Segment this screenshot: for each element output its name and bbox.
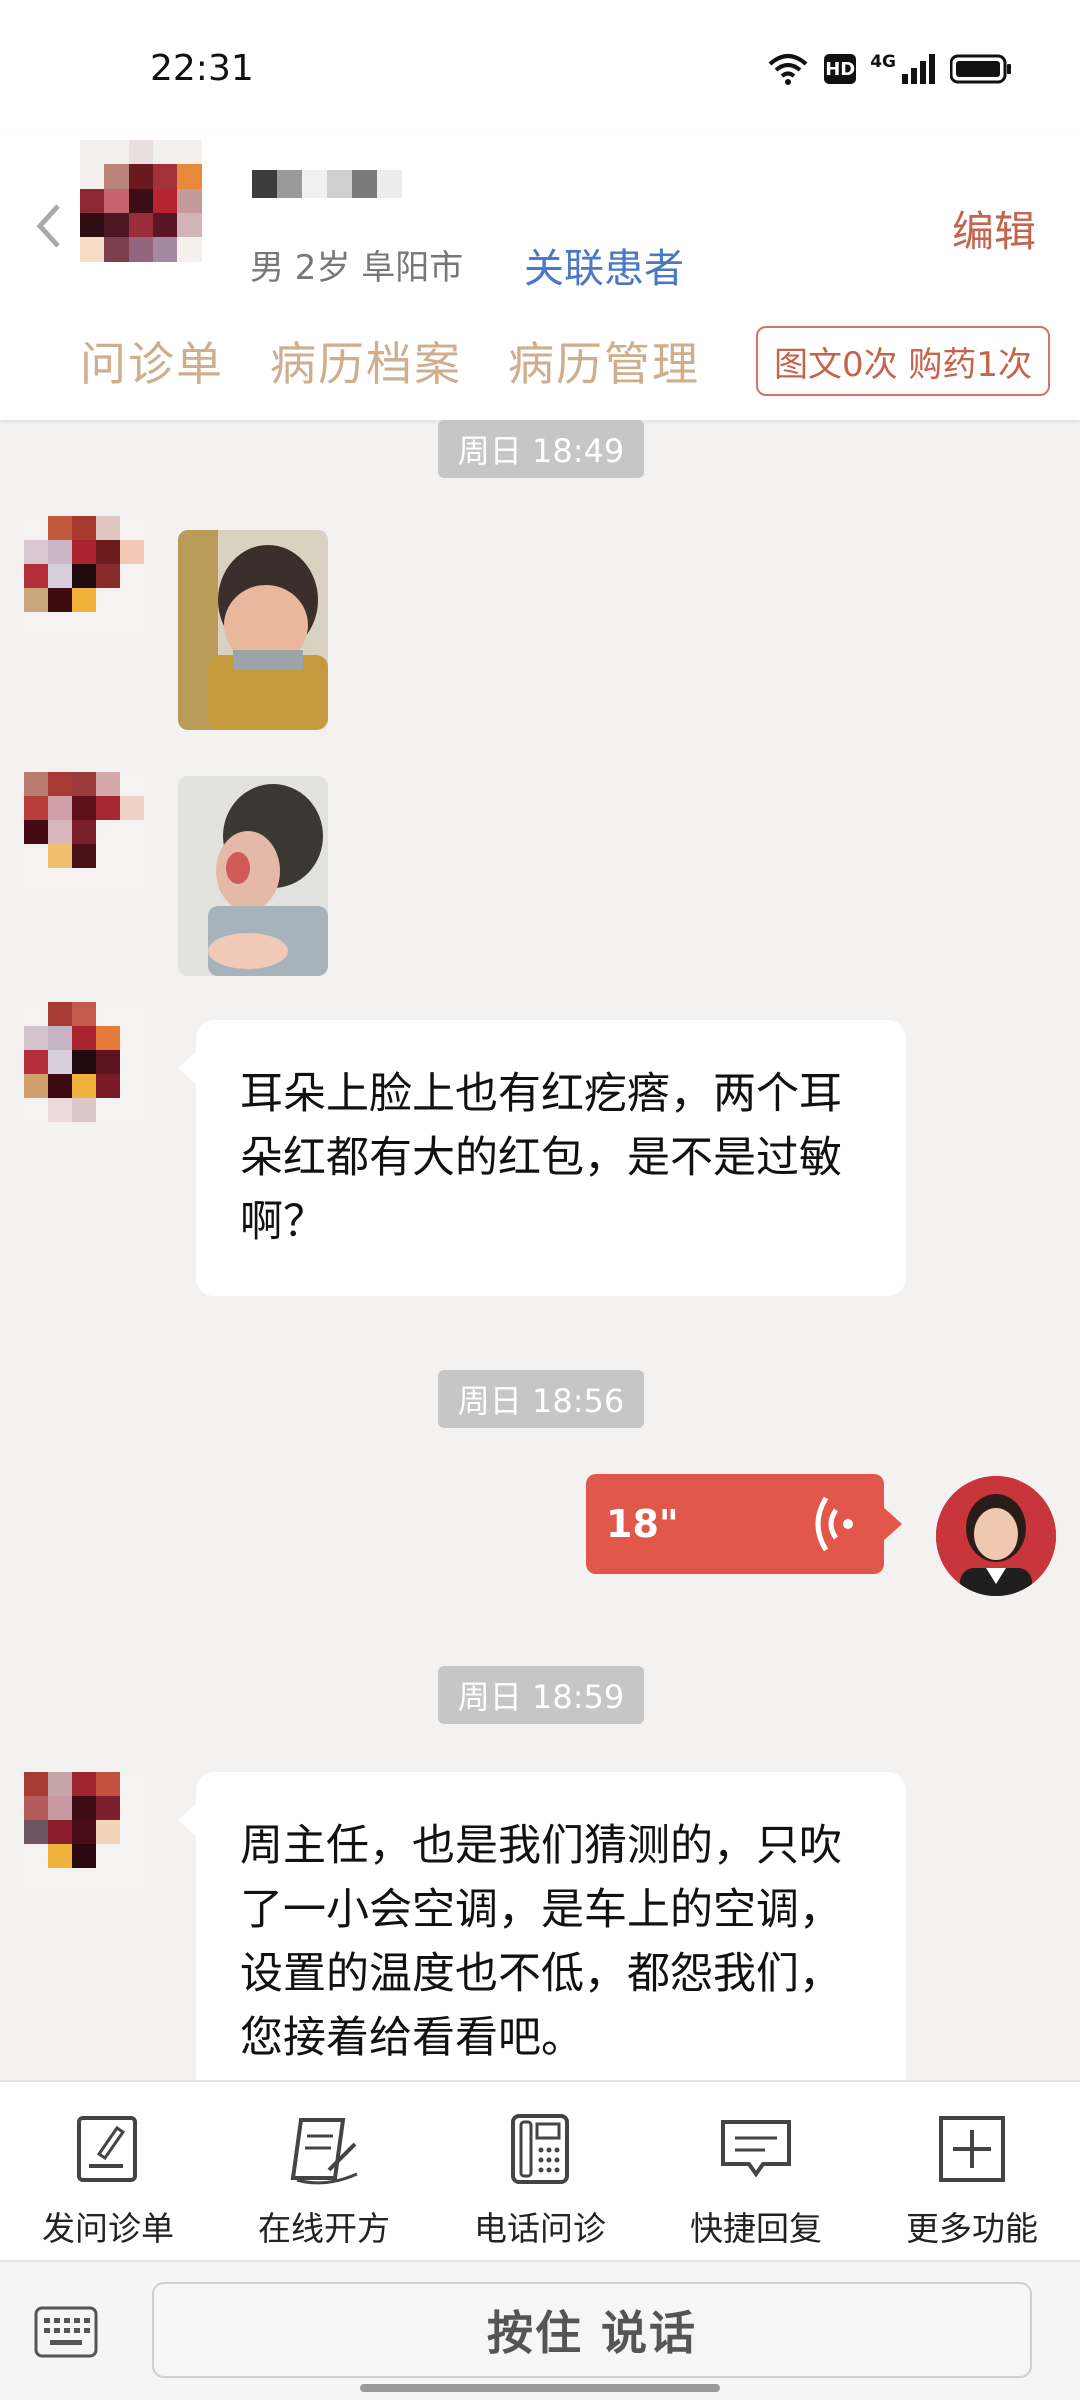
timestamp: 周日 18:59 — [438, 1666, 644, 1724]
tool-label: 发问诊单 — [42, 2209, 174, 2248]
signal-icon — [902, 54, 935, 84]
patient-avatar[interactable] — [24, 516, 144, 636]
patient-avatar[interactable] — [24, 1772, 144, 1892]
status-bar: 22:31 HD 4G — [0, 0, 1080, 130]
chat-header: 男 2岁 阜阳市 关联患者 编辑 问诊单 病历档案 病历管理 图文0次 购药1次 — [0, 130, 1080, 420]
tool-label: 电话问诊 — [474, 2209, 606, 2248]
child-photo-image — [178, 530, 328, 730]
chat-area[interactable]: 周日 18:49 耳朵上脸上也有红疙瘩，两个耳朵红都有大的红包，是不是过敏啊？ … — [0, 420, 1080, 2080]
status-icons: HD 4G — [766, 52, 1012, 86]
patient-avatar[interactable] — [24, 772, 144, 892]
tool-label: 更多功能 — [906, 2209, 1038, 2248]
form-icon — [77, 2116, 137, 2182]
more-functions-button[interactable]: 更多功能 — [872, 2082, 1072, 2260]
send-consult-form-button[interactable]: 发问诊单 — [8, 2082, 208, 2260]
input-bar: 按住 说话 — [0, 2260, 1080, 2400]
action-toolbar: 发问诊单 在线开方 电话问诊 快捷回复 更多功能 — [0, 2080, 1080, 2260]
chat-photo[interactable] — [178, 530, 328, 730]
header-tabs: 问诊单 病历档案 病历管理 — [80, 328, 700, 394]
keyboard-icon[interactable] — [34, 2306, 98, 2358]
tab-record-management[interactable]: 病历管理 — [508, 328, 700, 394]
voice-wave-icon — [815, 1496, 853, 1552]
back-arrow-icon[interactable] — [30, 196, 70, 256]
tab-medical-records[interactable]: 病历档案 — [270, 328, 462, 394]
tab-consult-form[interactable]: 问诊单 — [80, 328, 224, 394]
tool-label: 快捷回复 — [690, 2209, 822, 2248]
link-patient-button[interactable]: 关联患者 — [524, 236, 684, 294]
hd-icon: HD — [824, 54, 857, 84]
voice-duration: 18" — [606, 1502, 679, 1546]
child-photo-image — [178, 776, 328, 976]
doctor-photo — [936, 1476, 1056, 1596]
message-icon — [721, 2120, 791, 2178]
wifi-icon — [768, 54, 808, 85]
patient-avatar[interactable] — [80, 140, 226, 286]
prescription-icon — [290, 2118, 358, 2185]
network-type: 4G — [870, 52, 896, 72]
phone-consult-button[interactable]: 电话问诊 — [440, 2082, 640, 2260]
status-time: 22:31 — [150, 48, 254, 89]
online-prescription-button[interactable]: 在线开方 — [224, 2082, 424, 2260]
chat-photo[interactable] — [178, 776, 328, 976]
quick-reply-button[interactable]: 快捷回复 — [656, 2082, 856, 2260]
quota-badge[interactable]: 图文0次 购药1次 — [756, 326, 1050, 396]
doctor-avatar[interactable] — [936, 1476, 1056, 1596]
timestamp: 周日 18:49 — [438, 420, 644, 478]
patient-avatar[interactable] — [24, 1002, 144, 1122]
hold-to-talk-button[interactable]: 按住 说话 — [152, 2282, 1032, 2378]
timestamp: 周日 18:56 — [438, 1370, 644, 1428]
voice-message-bubble[interactable]: 18" — [586, 1474, 902, 1574]
edit-button[interactable]: 编辑 — [952, 198, 1036, 259]
tool-label: 在线开方 — [258, 2209, 390, 2248]
battery-icon — [950, 54, 1011, 84]
message-bubble[interactable]: 耳朵上脸上也有红疙瘩，两个耳朵红都有大的红包，是不是过敏啊？ — [178, 1020, 906, 1296]
message-bubble[interactable]: 周主任，也是我们猜测的，只吹了一小会空调，是车上的空调，设置的温度也不低，都怨我… — [178, 1772, 906, 2080]
patient-meta: 男 2岁 阜阳市 — [250, 248, 464, 288]
patient-name-redacted — [252, 170, 402, 198]
phone-icon — [511, 2114, 569, 2184]
plus-icon — [939, 2116, 1005, 2182]
home-indicator[interactable] — [360, 2384, 720, 2392]
